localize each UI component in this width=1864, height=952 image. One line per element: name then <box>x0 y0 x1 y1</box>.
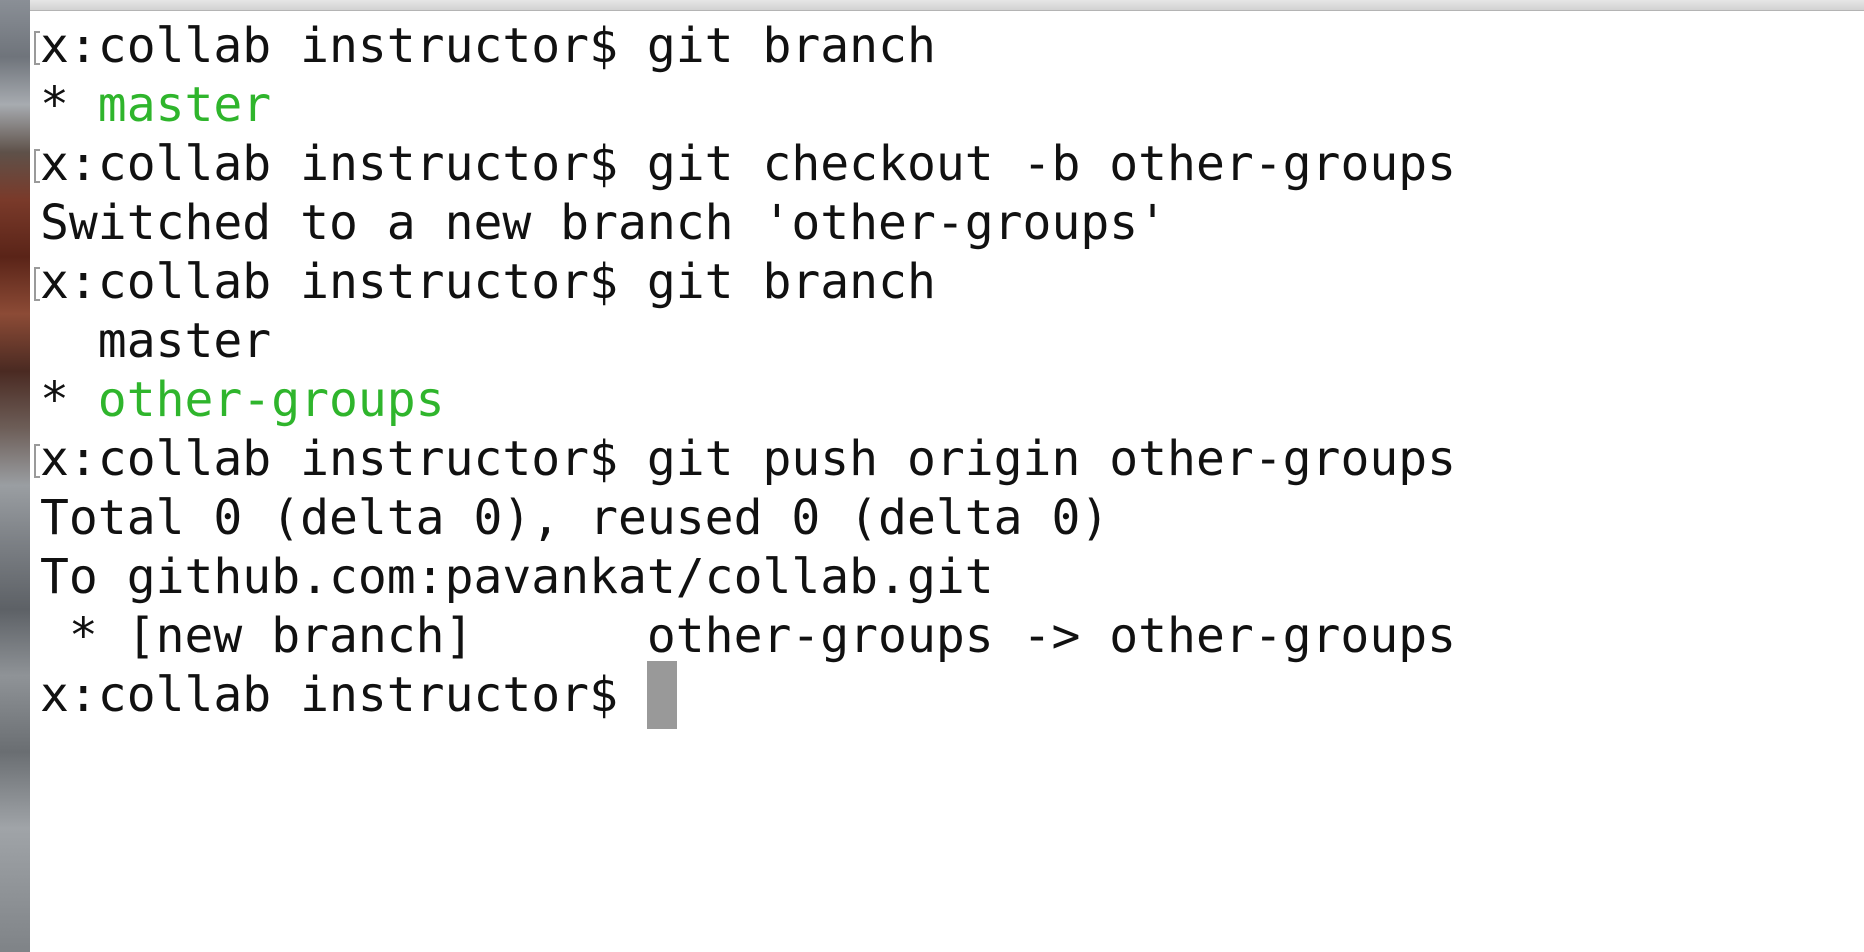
prompt-text: x:collab instructor$ <box>40 18 647 74</box>
text-cursor <box>646 661 677 729</box>
branch-name: master <box>40 313 272 369</box>
command-text: git push origin other-groups <box>646 431 1457 487</box>
prompt-text: x:collab instructor$ <box>40 136 647 192</box>
terminal-window[interactable]: x:collab instructor$ git branch * master… <box>30 11 1864 952</box>
command-text: git branch <box>646 18 936 74</box>
terminal-line-12[interactable]: x:collab instructor$ <box>40 660 677 730</box>
current-branch-name: other-groups <box>97 372 445 428</box>
window-title-bar[interactable] <box>30 0 1864 11</box>
branch-star: * <box>40 372 98 428</box>
desktop-background <box>0 0 30 952</box>
output-text: * [new branch] other-groups -> other-gro… <box>40 608 1457 664</box>
prompt-text: x:collab instructor$ <box>40 667 647 723</box>
output-text: Switched to a new branch 'other-groups' <box>40 195 1168 251</box>
branch-star: * <box>40 77 98 133</box>
current-branch-name: master <box>97 77 272 133</box>
output-text: Total 0 (delta 0), reused 0 (delta 0) <box>40 490 1110 546</box>
command-text: git branch <box>646 254 936 310</box>
command-text: git checkout -b other-groups <box>646 136 1457 192</box>
prompt-text: x:collab instructor$ <box>40 431 647 487</box>
prompt-text: x:collab instructor$ <box>40 254 647 310</box>
output-text: To github.com:pavankat/collab.git <box>40 549 994 605</box>
